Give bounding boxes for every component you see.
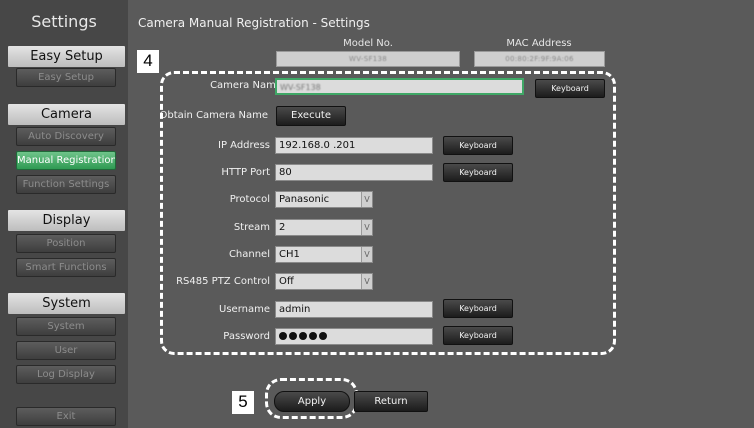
nav-function-settings[interactable]: Function Settings — [16, 175, 116, 194]
section-header-camera: Camera — [8, 104, 125, 125]
nav-system[interactable]: System — [16, 317, 116, 336]
apply-callout-number: 5 — [232, 391, 254, 414]
page-title: Camera Manual Registration - Settings — [138, 16, 370, 30]
main-panel: Camera Manual Registration - Settings Mo… — [128, 0, 754, 428]
return-button[interactable]: Return — [354, 391, 428, 412]
form-callout-number: 4 — [137, 50, 159, 73]
section-header-easy-setup: Easy Setup — [8, 46, 125, 67]
nav-position[interactable]: Position — [16, 234, 116, 253]
sidebar: Settings Easy Setup Easy Setup Camera Au… — [0, 0, 128, 428]
mac-address-value: 00:80:2F:9F:9A:06 — [474, 51, 605, 67]
apply-button[interactable]: Apply — [274, 391, 350, 412]
nav-easy-setup[interactable]: Easy Setup — [16, 68, 116, 87]
nav-log-display[interactable]: Log Display — [16, 365, 116, 384]
model-no-value: WV-SF138 — [276, 51, 460, 67]
nav-user[interactable]: User — [16, 341, 116, 360]
nav-auto-discovery[interactable]: Auto Discovery — [16, 127, 116, 146]
nav-exit[interactable]: Exit — [16, 407, 116, 426]
mac-address-header: MAC Address — [506, 38, 572, 49]
sidebar-title: Settings — [31, 12, 97, 31]
form-callout-outline — [160, 71, 616, 355]
nav-smart-functions[interactable]: Smart Functions — [16, 258, 116, 277]
section-header-display: Display — [8, 210, 125, 231]
nav-manual-registration[interactable]: Manual Registration — [16, 151, 116, 170]
section-header-system: System — [8, 293, 125, 314]
model-no-header: Model No. — [343, 38, 393, 49]
